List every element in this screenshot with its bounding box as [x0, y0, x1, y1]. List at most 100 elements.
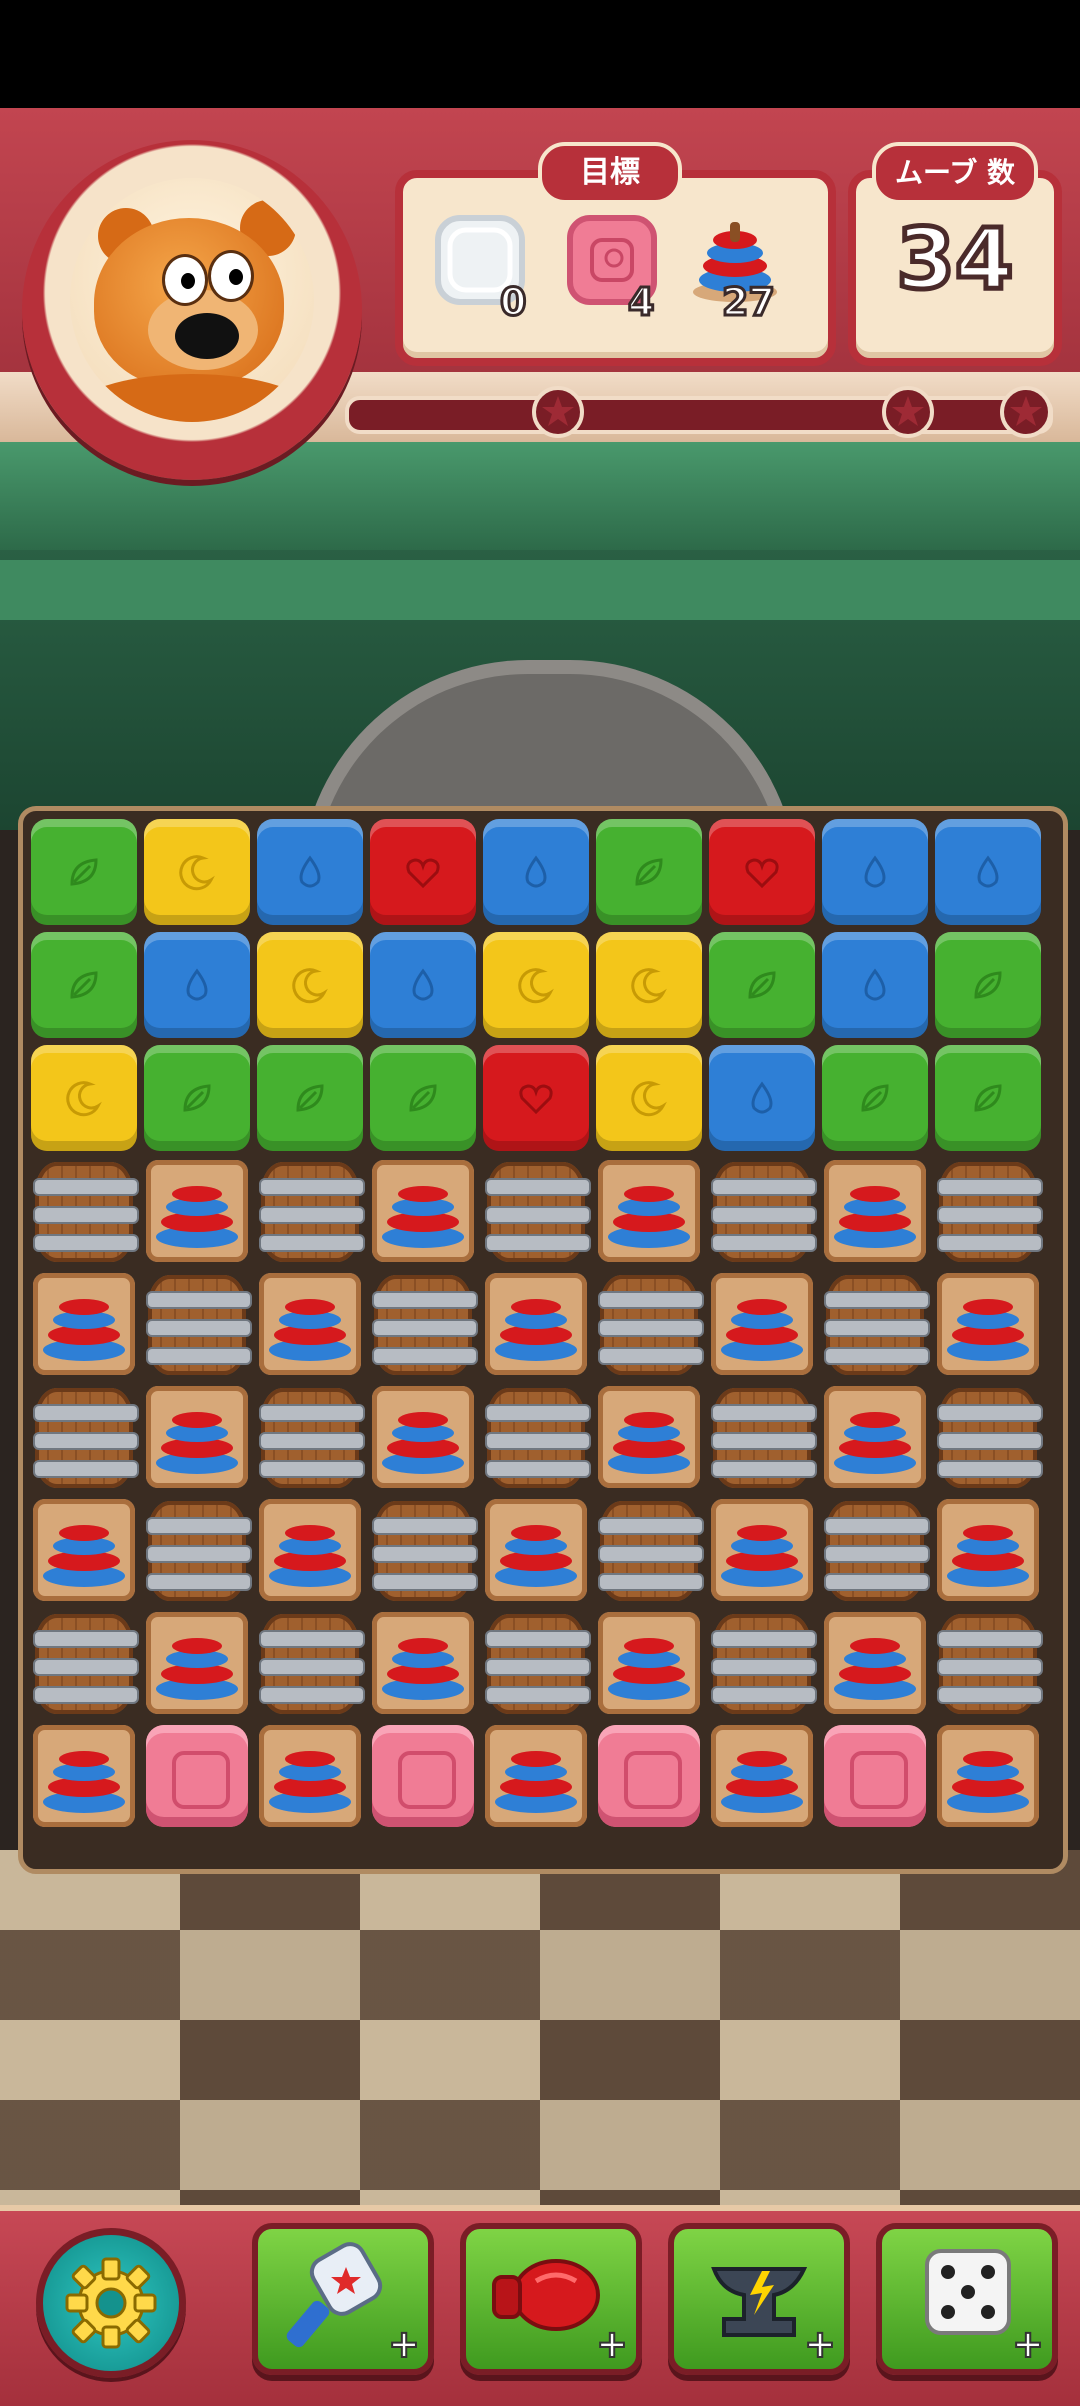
green-cube-face: [144, 1045, 250, 1151]
barrel-blocker[interactable]: [255, 1156, 365, 1266]
blue-cube[interactable]: [707, 1043, 817, 1153]
barrel-blocker[interactable]: [29, 1608, 139, 1718]
blue-cube[interactable]: [368, 930, 478, 1040]
green-cube[interactable]: [368, 1043, 478, 1153]
settings-button[interactable]: [36, 2228, 186, 2378]
red-cube[interactable]: [481, 1043, 591, 1153]
green-cube[interactable]: [707, 930, 817, 1040]
barrel-blocker[interactable]: [820, 1269, 930, 1379]
dice-booster-button[interactable]: +: [876, 2223, 1058, 2375]
ring-stack-tile[interactable]: [481, 1495, 591, 1605]
ring-stack-icon: [937, 1499, 1039, 1601]
ring-stack-tile[interactable]: [594, 1608, 704, 1718]
ring-stack-icon: [485, 1499, 587, 1601]
barrel-blocker[interactable]: [594, 1495, 704, 1605]
ring-stack-tile[interactable]: [368, 1608, 478, 1718]
hammer-booster-button[interactable]: +: [252, 2223, 434, 2375]
barrel-blocker[interactable]: [707, 1156, 817, 1266]
barrel-blocker[interactable]: [481, 1156, 591, 1266]
barrel-icon: [711, 1614, 817, 1714]
yellow-cube[interactable]: [481, 930, 591, 1040]
blue-cube[interactable]: [142, 930, 252, 1040]
yellow-cube[interactable]: [255, 930, 365, 1040]
blue-cube[interactable]: [481, 817, 591, 927]
barrel-blocker[interactable]: [255, 1608, 365, 1718]
ring-stack-tile[interactable]: [933, 1721, 1043, 1831]
yellow-cube[interactable]: [142, 817, 252, 927]
boxing-glove-booster-button[interactable]: +: [460, 2223, 642, 2375]
yellow-cube[interactable]: [594, 1043, 704, 1153]
red-cube[interactable]: [707, 817, 817, 927]
green-cube[interactable]: [594, 817, 704, 927]
barrel-blocker[interactable]: [29, 1382, 139, 1492]
ring-stack-tile[interactable]: [820, 1156, 930, 1266]
barrel-blocker[interactable]: [933, 1382, 1043, 1492]
ring-stack-tile[interactable]: [142, 1156, 252, 1266]
ring-stack-tile[interactable]: [255, 1721, 365, 1831]
duck-block[interactable]: [820, 1721, 930, 1831]
barrel-blocker[interactable]: [481, 1608, 591, 1718]
green-cube[interactable]: [29, 930, 139, 1040]
barrel-blocker[interactable]: [820, 1495, 930, 1605]
ring-stack-icon: [33, 1499, 135, 1601]
duck-block[interactable]: [368, 1721, 478, 1831]
yellow-cube[interactable]: [594, 930, 704, 1040]
ring-stack-tile[interactable]: [368, 1156, 478, 1266]
red-cube[interactable]: [368, 817, 478, 927]
blue-cube[interactable]: [820, 930, 930, 1040]
barrel-blocker[interactable]: [255, 1382, 365, 1492]
blue-cube[interactable]: [820, 817, 930, 927]
ring-stack-tile[interactable]: [481, 1269, 591, 1379]
ring-stack-tile[interactable]: [255, 1269, 365, 1379]
duck-block[interactable]: [142, 1721, 252, 1831]
ring-stack-icon: [937, 1725, 1039, 1827]
green-cube[interactable]: [29, 817, 139, 927]
green-cube[interactable]: [933, 1043, 1043, 1153]
duck-block[interactable]: [594, 1721, 704, 1831]
floor-tiles-row: [0, 1930, 1080, 2020]
ring-stack-tile[interactable]: [29, 1495, 139, 1605]
ring-stack-tile[interactable]: [255, 1495, 365, 1605]
barrel-blocker[interactable]: [368, 1269, 478, 1379]
game-board: [18, 806, 1068, 1874]
ring-stack-tile[interactable]: [820, 1382, 930, 1492]
ring-stack-tile[interactable]: [933, 1269, 1043, 1379]
barrel-blocker[interactable]: [594, 1269, 704, 1379]
barrel-blocker[interactable]: [481, 1382, 591, 1492]
ring-stack-tile[interactable]: [29, 1721, 139, 1831]
ring-stack-tile[interactable]: [142, 1608, 252, 1718]
booster-plus: +: [1011, 2322, 1045, 2366]
ring-stack-tile[interactable]: [933, 1495, 1043, 1605]
duck-block-icon: [824, 1725, 926, 1827]
ring-stack-tile[interactable]: [29, 1269, 139, 1379]
green-cube-face: [596, 819, 702, 925]
ring-stack-tile[interactable]: [594, 1156, 704, 1266]
ring-stack-tile[interactable]: [707, 1269, 817, 1379]
green-cube-face: [31, 819, 137, 925]
barrel-icon: [485, 1614, 591, 1714]
barrel-blocker[interactable]: [707, 1382, 817, 1492]
yellow-cube[interactable]: [29, 1043, 139, 1153]
ring-stack-tile[interactable]: [142, 1382, 252, 1492]
ring-stack-tile[interactable]: [707, 1721, 817, 1831]
ring-stack-tile[interactable]: [481, 1721, 591, 1831]
barrel-blocker[interactable]: [933, 1156, 1043, 1266]
anvil-booster-button[interactable]: +: [668, 2223, 850, 2375]
ring-stack-tile[interactable]: [594, 1382, 704, 1492]
barrel-blocker[interactable]: [142, 1269, 252, 1379]
barrel-blocker[interactable]: [142, 1495, 252, 1605]
ring-stack-tile[interactable]: [368, 1382, 478, 1492]
barrel-blocker[interactable]: [707, 1608, 817, 1718]
barrel-blocker[interactable]: [368, 1495, 478, 1605]
blue-cube[interactable]: [255, 817, 365, 927]
blue-cube[interactable]: [933, 817, 1043, 927]
green-cube[interactable]: [933, 930, 1043, 1040]
ring-stack-tile[interactable]: [707, 1495, 817, 1605]
barrel-blocker[interactable]: [29, 1156, 139, 1266]
green-cube[interactable]: [142, 1043, 252, 1153]
green-cube[interactable]: [255, 1043, 365, 1153]
green-cube[interactable]: [820, 1043, 930, 1153]
ring-stack-tile[interactable]: [820, 1608, 930, 1718]
ring-stack-icon: [598, 1160, 700, 1262]
barrel-blocker[interactable]: [933, 1608, 1043, 1718]
